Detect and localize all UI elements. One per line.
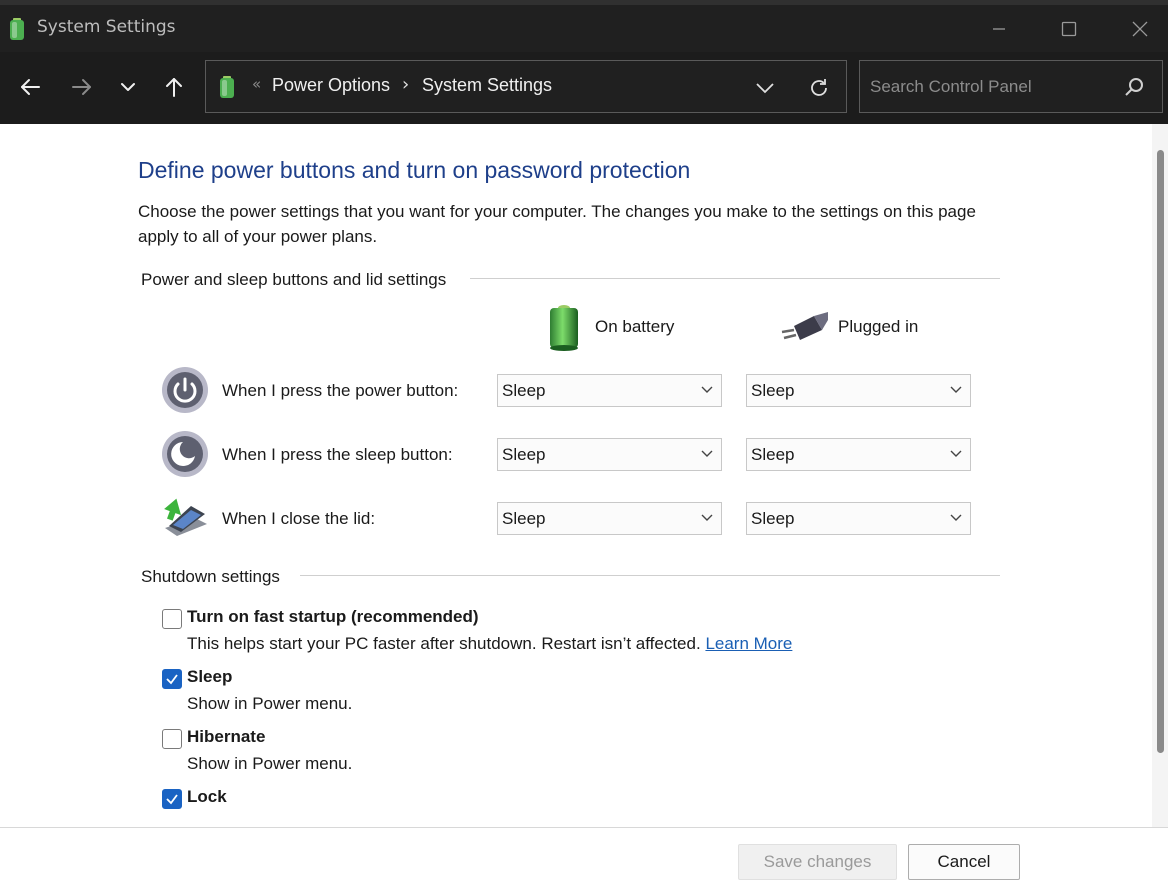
plugged-in-column-header: Plugged in (838, 317, 919, 336)
back-button[interactable] (12, 69, 48, 105)
power-section-header: Power and sleep buttons and lid settings (141, 270, 457, 290)
select-value: Sleep (502, 445, 546, 464)
chevron-down-icon (950, 450, 962, 457)
select-value: Sleep (502, 509, 546, 528)
maximize-icon (1061, 21, 1077, 37)
sleep-button-label: When I press the sleep button: (222, 445, 453, 464)
lock-label[interactable]: Lock (187, 787, 227, 807)
forward-button[interactable] (64, 69, 100, 105)
select-value: Sleep (751, 381, 795, 400)
shutdown-section-header: Shutdown settings (141, 567, 290, 587)
sleep-button-icon (162, 431, 208, 477)
close-lid-plugged-in-select[interactable]: Sleep (746, 502, 971, 535)
close-button[interactable] (1117, 11, 1163, 47)
page-description: Choose the power settings that you want … (138, 202, 976, 246)
power-button-icon (162, 367, 208, 413)
learn-more-link[interactable]: Learn More (705, 634, 792, 653)
breadcrumb-power-options[interactable]: Power Options (272, 75, 390, 96)
sleep-label[interactable]: Sleep (187, 667, 232, 687)
chevron-down-icon (950, 514, 962, 521)
checkmark-icon (166, 674, 178, 685)
sleep-button-on-battery-select[interactable]: Sleep (497, 438, 722, 471)
battery-icon (220, 76, 234, 98)
address-bar[interactable]: « Power Options › System Settings (205, 60, 847, 113)
power-button-plugged-in-select[interactable]: Sleep (746, 374, 971, 407)
main-content: Define power buttons and turn on passwor… (0, 124, 1168, 827)
breadcrumb-separator[interactable]: › (402, 74, 409, 95)
breadcrumb-overflow[interactable]: « (252, 75, 261, 93)
close-lid-on-battery-select[interactable]: Sleep (497, 502, 722, 535)
cancel-button[interactable]: Cancel (908, 844, 1020, 880)
minimize-button[interactable] (976, 11, 1022, 47)
power-button-label: When I press the power button: (222, 381, 459, 400)
laptop-lid-icon (164, 498, 207, 536)
chevron-down-icon (950, 386, 962, 393)
up-arrow-icon (166, 78, 182, 97)
search-input[interactable] (870, 75, 1110, 99)
on-battery-column-header: On battery (595, 317, 675, 336)
navigation-bar: « Power Options › System Settings (0, 52, 1168, 124)
minimize-icon (993, 28, 1005, 30)
chevron-down-icon (701, 450, 713, 457)
refresh-button[interactable] (804, 73, 834, 103)
hibernate-description: Show in Power menu. (187, 754, 353, 773)
power-button-on-battery-select[interactable]: Sleep (497, 374, 722, 407)
address-dropdown-button[interactable] (750, 74, 780, 102)
fast-startup-label[interactable]: Turn on fast startup (recommended) (187, 607, 479, 627)
battery-icon (550, 305, 578, 351)
select-value: Sleep (751, 509, 795, 528)
back-arrow-icon (21, 79, 40, 95)
chevron-down-icon (756, 83, 774, 94)
lock-checkbox[interactable] (162, 789, 182, 809)
refresh-icon (811, 79, 827, 96)
maximize-button[interactable] (1046, 11, 1092, 47)
section-divider (470, 278, 1000, 279)
power-plug-icon (781, 312, 828, 340)
recent-locations-chevron-icon (121, 83, 135, 91)
scrollbar-thumb[interactable] (1157, 150, 1164, 753)
section-divider (300, 575, 1000, 576)
vertical-scrollbar[interactable] (1152, 124, 1168, 827)
page-title: Define power buttons and turn on passwor… (138, 157, 691, 183)
footer-bar: Save changes Cancel (0, 827, 1168, 886)
search-box[interactable] (859, 60, 1163, 113)
hibernate-label[interactable]: Hibernate (187, 727, 265, 747)
breadcrumb-system-settings[interactable]: System Settings (422, 75, 552, 96)
checkmark-icon (166, 794, 178, 805)
search-icon[interactable] (1124, 77, 1144, 97)
fast-startup-description: This helps start your PC faster after sh… (187, 634, 792, 654)
select-value: Sleep (751, 445, 795, 464)
sleep-description: Show in Power menu. (187, 694, 353, 713)
battery-icon (10, 18, 24, 40)
forward-arrow-icon (72, 79, 91, 95)
fast-startup-description-text: This helps start your PC faster after sh… (187, 634, 701, 653)
recent-locations-button[interactable] (110, 69, 146, 105)
up-button[interactable] (156, 69, 192, 105)
chevron-down-icon (701, 386, 713, 393)
close-icon (1132, 21, 1148, 37)
hibernate-checkbox[interactable] (162, 729, 182, 749)
sleep-button-plugged-in-select[interactable]: Sleep (746, 438, 971, 471)
window-title: System Settings (37, 17, 176, 37)
sleep-checkbox[interactable] (162, 669, 182, 689)
title-bar: System Settings (0, 0, 1168, 52)
close-lid-label: When I close the lid: (222, 509, 376, 528)
chevron-down-icon (701, 514, 713, 521)
fast-startup-checkbox[interactable] (162, 609, 182, 629)
select-value: Sleep (502, 381, 546, 400)
save-changes-button[interactable]: Save changes (738, 844, 897, 880)
